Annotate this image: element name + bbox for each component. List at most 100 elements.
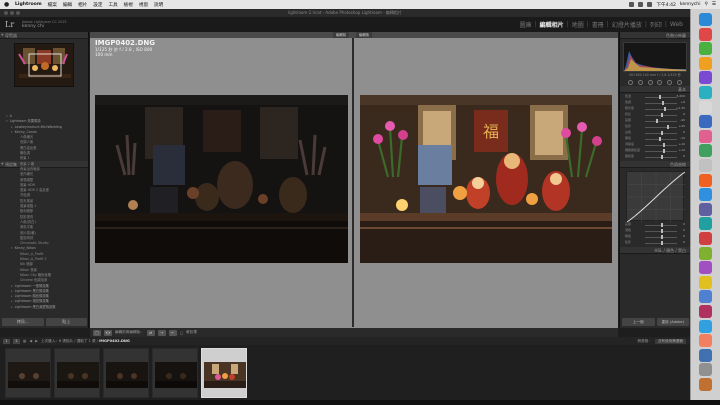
navigator-header[interactable]: ▼ 導覽器	[0, 32, 88, 39]
menu-file[interactable]: 檔案	[48, 2, 57, 8]
adjustment-slider[interactable]: 陰影 0	[623, 240, 687, 246]
after-photo[interactable]: 福	[360, 95, 612, 263]
slider-knob[interactable]	[662, 149, 665, 153]
histogram[interactable]	[623, 42, 687, 72]
slider-value[interactable]: +45	[679, 124, 685, 129]
menubar-clock[interactable]: 下午4:42	[656, 2, 676, 8]
module-map[interactable]: 地圖	[569, 20, 587, 29]
adjustment-brush-tool-icon[interactable]	[676, 79, 682, 85]
tone-curve-header[interactable]: 色調曲線	[620, 161, 690, 168]
slider-value[interactable]: 0	[683, 240, 685, 245]
dock-app-icon[interactable]	[699, 71, 712, 85]
red-eye-tool-icon[interactable]	[647, 79, 653, 85]
menu-window[interactable]: 視窗	[139, 2, 148, 8]
menu-app[interactable]: Lightroom	[15, 2, 42, 7]
menu-settings[interactable]: 設定	[93, 2, 102, 8]
module-print[interactable]: 列印	[647, 20, 665, 29]
forward-arrow-icon[interactable]: ▶	[35, 339, 38, 343]
dock-app-icon[interactable]	[699, 319, 712, 333]
wifi-icon[interactable]	[629, 2, 635, 7]
menu-help[interactable]: 說明	[154, 2, 163, 8]
basic-panel-header[interactable]: 基本	[620, 86, 690, 93]
menubar-user[interactable]: kennychi	[680, 2, 701, 7]
slider-track[interactable]	[645, 121, 677, 122]
slider-value[interactable]: 0	[683, 130, 685, 135]
filmstrip-thumbnail[interactable]	[152, 348, 198, 398]
dock-app-icon[interactable]	[699, 188, 712, 202]
previous-settings-button[interactable]: 上一個	[622, 318, 655, 326]
dock-app-icon[interactable]	[699, 305, 712, 318]
before-after-view-button[interactable]: Y|Y	[104, 329, 112, 336]
secondary-window-button[interactable]: 2	[13, 338, 20, 344]
soft-proof-checkbox[interactable]: □	[180, 331, 183, 335]
slider-knob[interactable]	[661, 101, 664, 105]
slider-value[interactable]: 3,200	[676, 94, 685, 99]
swap-before-after-button[interactable]: ⇄	[146, 329, 155, 336]
dock-app-icon[interactable]	[699, 232, 712, 245]
dock-app-icon[interactable]	[699, 378, 712, 391]
loupe-view-button[interactable]: □	[93, 329, 101, 336]
slider-value[interactable]: +10	[679, 142, 685, 147]
module-library[interactable]: 圖庫	[517, 20, 535, 29]
slider-knob[interactable]	[661, 155, 663, 159]
slider-value[interactable]: -40	[680, 118, 685, 123]
hsl-panel-header[interactable]: HSL / 顏色 / 黑白	[620, 247, 690, 254]
slider-value[interactable]: 0	[683, 222, 685, 227]
module-book[interactable]: 書冊	[589, 20, 607, 29]
slider-knob[interactable]	[661, 229, 663, 233]
dock-app-icon[interactable]	[699, 13, 712, 26]
slider-knob[interactable]	[664, 107, 667, 111]
filmstrip-thumbnail[interactable]	[103, 348, 149, 398]
notification-center-icon[interactable]: ☰	[712, 2, 716, 7]
dock-app-icon[interactable]	[699, 144, 712, 158]
slider-value[interactable]: 0	[683, 234, 685, 239]
dock-app-icon[interactable]	[699, 42, 712, 56]
dock-app-icon[interactable]	[699, 100, 712, 114]
reset-button[interactable]: 重設 (Adobe)	[656, 318, 689, 326]
back-arrow-icon[interactable]: ◀	[29, 339, 32, 343]
menu-tools[interactable]: 工具	[108, 2, 117, 8]
slider-knob[interactable]	[656, 119, 659, 123]
copy-after-settings-button[interactable]: ←	[168, 329, 177, 336]
dock-app-icon[interactable]	[699, 275, 712, 289]
adjustment-slider[interactable]: 飽和度 0	[623, 154, 687, 160]
dock-app-icon[interactable]	[699, 173, 712, 187]
slider-knob[interactable]	[661, 113, 663, 117]
slider-knob[interactable]	[659, 95, 662, 99]
spot-removal-tool-icon[interactable]	[637, 79, 643, 85]
paste-settings-button[interactable]: 貼上	[45, 318, 87, 326]
copy-before-settings-button[interactable]: →	[157, 329, 166, 336]
menu-view[interactable]: 檢視	[124, 2, 133, 8]
slider-knob[interactable]	[661, 223, 663, 227]
filmstrip-thumbnail[interactable]	[54, 348, 100, 398]
dock-app-icon[interactable]	[699, 202, 712, 216]
dock-app-icon[interactable]	[699, 334, 712, 348]
radial-filter-tool-icon[interactable]	[666, 79, 672, 85]
module-develop[interactable]: 編輯相片	[537, 20, 567, 29]
minimize-window-button[interactable]	[10, 11, 14, 15]
apple-menu-icon[interactable]: ●	[4, 1, 10, 8]
slider-value[interactable]: 0	[683, 112, 685, 117]
slider-track[interactable]	[645, 127, 677, 128]
grid-view-icon[interactable]: ▦	[23, 339, 26, 343]
slider-knob[interactable]	[662, 143, 665, 147]
before-photo[interactable]	[95, 95, 348, 263]
filmstrip-thumbnail[interactable]	[5, 348, 51, 398]
tone-curve-graph[interactable]	[626, 171, 686, 223]
dock-app-icon[interactable]	[699, 290, 712, 304]
slider-value[interactable]: +1.35	[676, 106, 685, 111]
module-web[interactable]: Web	[667, 21, 686, 28]
dock-app-icon[interactable]	[699, 348, 712, 362]
dock-app-icon[interactable]	[699, 217, 712, 231]
spotlight-icon[interactable]: ⚲	[705, 2, 708, 7]
dock-app-icon[interactable]	[699, 159, 712, 172]
dock-app-icon[interactable]	[699, 86, 712, 99]
slider-value[interactable]: +12	[679, 148, 685, 153]
slider-value[interactable]: -10	[680, 136, 685, 141]
navigator-preview[interactable]	[14, 43, 74, 87]
slider-value[interactable]: 0	[683, 154, 685, 159]
menu-edit[interactable]: 編輯	[63, 2, 72, 8]
battery-icon[interactable]	[647, 2, 653, 7]
slider-value[interactable]: 0	[683, 228, 685, 233]
histogram-header[interactable]: 色階分佈圖	[620, 32, 690, 39]
